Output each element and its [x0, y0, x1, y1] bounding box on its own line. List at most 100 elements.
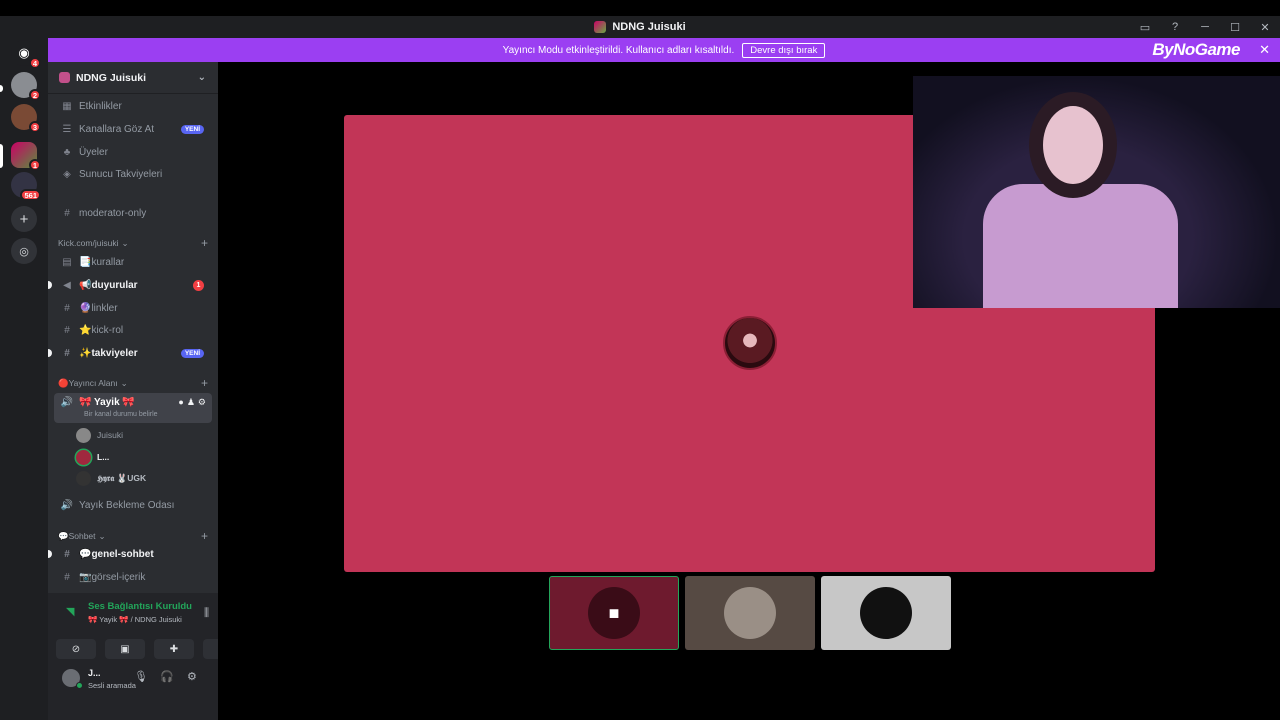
username[interactable]: J...	[88, 668, 101, 678]
banner-close-icon[interactable]: ✕	[1259, 42, 1270, 58]
chevron-down-icon: ⌄	[98, 530, 106, 541]
add-channel-icon[interactable]: +	[201, 376, 208, 390]
server-icon[interactable]: 3	[11, 104, 41, 133]
sidebar-item-browse-channels[interactable]: ☰ Kanallara Göz At YENİ	[54, 119, 212, 139]
gear-icon[interactable]: ⚙	[198, 397, 206, 408]
camera-toggle-button[interactable]: ⊘	[56, 639, 96, 659]
add-channel-icon[interactable]: +	[201, 236, 208, 250]
announcement-icon: ◀	[63, 279, 71, 291]
add-channel-icon[interactable]: +	[201, 529, 208, 543]
disable-streamer-mode-button[interactable]: Devre dışı bırak	[742, 42, 826, 58]
voice-user-panel: ◥ Ses Bağlantısı Kuruldu 🎀 Yayik 🎀 / NDN…	[48, 593, 243, 720]
add-server-icon[interactable]: +	[11, 206, 37, 232]
category-kick[interactable]: Kick.com/juisuki ⌄ +	[58, 236, 208, 250]
badge: 4	[28, 57, 41, 69]
close-window-button[interactable]: ✕	[1250, 16, 1280, 38]
gear-icon[interactable]: ⚙	[187, 670, 197, 683]
bynogame-logo: ByNoGame	[1152, 40, 1240, 59]
channel-label: 📢duyurular	[79, 279, 138, 291]
server-icon[interactable]: 561	[11, 172, 41, 201]
guild-icon	[59, 72, 70, 83]
boost-icon: ◈	[63, 168, 71, 180]
channel-kurallar[interactable]: ▤ 📑kurallar	[54, 252, 212, 272]
hash-icon: #	[64, 548, 70, 560]
user-area: J... Sesli aramada 🎙 🎧 ⚙	[48, 657, 218, 717]
unread-indicator	[48, 349, 52, 357]
sidebar-item-events[interactable]: ▦ Etkinlikler	[54, 96, 212, 116]
guild-header[interactable]: NDNG Juisuki ⌄	[48, 62, 218, 94]
voice-channel-waiting-room[interactable]: 🔊 Yayık Bekleme Odası	[54, 495, 212, 515]
category-sohbet[interactable]: 💬Sohbet ⌄ +	[58, 529, 208, 543]
channel-sidebar: NDNG Juisuki ⌄ ▦ Etkinlikler ☰ Kanallara…	[48, 62, 243, 720]
signal-icon[interactable]: ◥	[66, 605, 74, 618]
member-name: Juisuki	[97, 430, 123, 440]
new-badge: YENİ	[180, 124, 204, 134]
sidebar-item-boosts[interactable]: ◈ Sunucu Takviyeleri	[54, 164, 212, 184]
channel-linkler[interactable]: # 🔮linkler	[54, 298, 212, 318]
badge: 1	[28, 159, 41, 171]
server-icon[interactable]: 2	[11, 72, 41, 101]
microphone-icon[interactable]: 🎙	[134, 670, 148, 683]
invite-icon[interactable]: ♟	[187, 397, 195, 408]
channel-genel-sohbet[interactable]: # 💬genel-sohbet	[48, 544, 212, 564]
avatar	[860, 587, 912, 639]
voice-member[interactable]: Juisuki	[76, 426, 123, 444]
voice-stage: ■	[218, 62, 1280, 720]
channel-takviyeler[interactable]: # ✨takviyeler YENİ	[48, 343, 212, 363]
streamer-mode-banner: Yayıncı Modu etkinleştirildi. Kullanıcı …	[48, 38, 1280, 62]
maximize-button[interactable]: ☐	[1220, 16, 1250, 38]
voice-channel-label: Yayık Bekleme Odası	[79, 499, 175, 511]
channel-status[interactable]: Bir kanal durumu belirle	[84, 411, 158, 418]
voice-connected-subtitle[interactable]: 🎀 Yayik 🎀 / NDNG Juisuki	[88, 615, 182, 624]
window-title: NDNG Juisuki	[594, 21, 686, 33]
guild-icon	[594, 21, 607, 33]
hash-icon: #	[64, 324, 70, 336]
headphones-icon[interactable]: 🎧	[160, 670, 174, 683]
guild-name: NDNG Juisuki	[76, 71, 147, 84]
activities-icon: ✚	[169, 643, 179, 655]
calendar-icon: ▦	[62, 100, 72, 112]
participant-thumbnails: ■	[549, 576, 951, 650]
channel-kick-rol[interactable]: # ⭐kick-rol	[54, 320, 212, 340]
sidebar-item-label: Kanallara Göz At	[79, 123, 155, 135]
participant-thumbnail[interactable]	[821, 576, 951, 650]
camera-off-icon: ⊘	[71, 643, 81, 655]
avatar	[76, 449, 91, 465]
discover-icon[interactable]: ◎	[11, 238, 37, 264]
hash-icon: #	[64, 302, 70, 314]
avatar	[76, 427, 91, 443]
voice-channel-yayik[interactable]: 🔊 🎀 Yayik 🎀 ● ♟ ⚙ Bir kanal durumu belir…	[54, 393, 212, 423]
noise-suppression-icon[interactable]: ⫼	[204, 607, 209, 620]
voice-member[interactable]: L...	[76, 448, 109, 466]
hash-icon: #	[64, 347, 70, 359]
participant-thumbnail[interactable]	[685, 576, 815, 650]
window-title-text: NDNG Juisuki	[612, 21, 686, 33]
unread-indicator	[48, 550, 52, 558]
voice-member[interactable]: 𝕳𝖞𝖗𝖆 🐰UGK	[76, 469, 146, 487]
participant-thumbnail[interactable]: ■	[549, 576, 679, 650]
unread-pill	[0, 85, 3, 92]
webcam-face	[1043, 106, 1103, 184]
minimize-button[interactable]: ─	[1190, 16, 1220, 38]
help-icon[interactable]: ?	[1160, 16, 1190, 38]
chat-icon[interactable]: ●	[178, 397, 183, 408]
channel-moderator-only[interactable]: # moderator-only	[54, 203, 212, 223]
channel-gorsel-icerik[interactable]: # 📷görsel-içerik	[54, 567, 212, 587]
category-streamer-area[interactable]: 🔴Yayıncı Alanı ⌄ +	[58, 376, 208, 390]
members-icon: ♣	[63, 146, 71, 158]
user-status: Sesli aramada	[88, 681, 136, 690]
activities-button[interactable]: ✚	[154, 639, 194, 659]
sidebar-item-members[interactable]: ♣ Üyeler	[54, 142, 212, 162]
category-label: 💬Sohbet	[58, 530, 96, 541]
sidebar-item-label: Üyeler	[79, 146, 108, 158]
window-titlebar: NDNG Juisuki ▭ ? ─ ☐ ✕	[0, 16, 1280, 38]
rules-icon: ▤	[62, 256, 72, 268]
browse-icon: ☰	[62, 123, 72, 135]
chevron-down-icon: ⌄	[121, 237, 129, 248]
screen-share-button[interactable]: ▣	[105, 639, 145, 659]
channel-duyurular[interactable]: ◀ 📢duyurular 1	[48, 275, 212, 295]
discord-home-icon[interactable]: ◉ 4	[11, 40, 41, 69]
inbox-icon[interactable]: ▭	[1130, 16, 1160, 38]
server-icon[interactable]: 1	[11, 142, 41, 171]
voice-connected-title[interactable]: Ses Bağlantısı Kuruldu	[88, 601, 192, 612]
